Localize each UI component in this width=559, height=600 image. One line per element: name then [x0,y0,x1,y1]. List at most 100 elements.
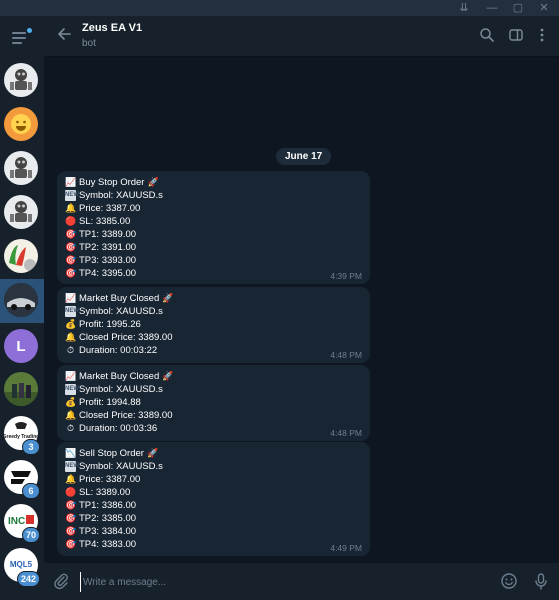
unread-count-badge: 70 [21,527,40,543]
svg-text:INC: INC [8,516,25,527]
message-line: 🎯 TP3: 3384.00 [65,525,362,538]
rocket-icon: 🚀 [162,293,174,303]
message-line: 🔴 SL: 3389.00 [65,486,362,499]
chat-list-item[interactable] [0,368,44,412]
close-button[interactable]: ✕ [537,1,551,15]
emoji-icon: 📉 [65,448,77,458]
menu-icon-bar [12,37,26,39]
chat-list-sidebar: L Greedy Trading 3 6 INC 70 MQL5 242 [0,16,44,600]
message-composer [44,563,559,600]
emoji-icon: 🔔 [65,474,77,484]
emoji-icon: 🎯 [65,242,77,252]
emoji-icon: NEW [65,461,79,472]
chat-list-item[interactable] [0,147,44,191]
minimize-button[interactable]: — [485,1,499,15]
main-menu-button[interactable] [12,28,32,46]
message-line: 🎯 TP4: 3383.00 [65,538,362,551]
message-text: Sell Stop Order [79,448,144,459]
message-line: NEWSymbol: XAUUSD.s [65,383,362,396]
search-icon[interactable] [479,27,495,43]
rocket-icon: 🚀 [162,371,174,381]
svg-text:MQL5: MQL5 [10,560,33,569]
chat-title[interactable]: Zeus EA V1 [82,22,142,34]
chat-list-item[interactable] [0,235,44,279]
sidebar-toggle-icon[interactable] [508,27,524,43]
chat-list-item[interactable] [0,103,44,147]
window-titlebar: ⇊ — ▢ ✕ [0,0,559,16]
chat-avatar [4,239,38,273]
message-line: 🔴 SL: 3385.00 [65,215,362,228]
chat-list-item[interactable]: L [0,325,44,369]
message-line: ⏱ Duration: 00:03:36 [65,422,362,435]
message-line: 🎯 TP2: 3391.00 [65,241,362,254]
attach-icon[interactable] [52,572,70,590]
emoji-icon: 📈 [65,371,77,381]
message-line: 📉 Sell Stop Order 🚀 [65,447,362,460]
message-input[interactable] [80,572,385,592]
emoji-icon: 📈 [65,177,77,187]
chat-list-item[interactable]: Greedy Trading 3 [0,412,44,456]
message-line: 🎯 TP2: 3385.00 [65,512,362,525]
message-line: 📈 Buy Stop Order 🚀 [65,176,362,189]
message-text: TP2: 3391.00 [79,242,137,253]
emoji-icon: 🎯 [65,229,77,239]
message-bubble[interactable]: 📈 Market Buy Closed 🚀 NEWSymbol: XAUUSD.s 💰 P… [57,287,370,363]
emoji-icon: 🎯 [65,255,77,265]
message-text: Symbol: XAUUSD.s [79,384,163,395]
message-text: TP1: 3386.00 [79,500,137,511]
message-text: Profit: 1994.88 [79,397,141,408]
message-line: 🔔 Closed Price: 3389.00 [65,331,362,344]
chat-list-item[interactable] [0,59,44,103]
chat-list-item[interactable]: INC 70 [0,500,44,544]
unread-count-badge: 3 [22,439,40,455]
chat-list-item[interactable] [0,191,44,235]
chat-list-item[interactable] [0,279,44,323]
message-line: 🎯 TP4: 3395.00 [65,267,362,280]
message-area[interactable]: June 17 📈 Buy Stop Order 🚀 NEWSymbol: XAUUS… [44,57,559,563]
message-bubble[interactable]: 📉 Sell Stop Order 🚀 NEWSymbol: XAUUSD.s 🔔 Pri… [57,442,370,556]
chat-avatar [4,283,38,317]
message-line: 🎯 TP3: 3393.00 [65,254,362,267]
emoji-icon: 🎯 [65,539,77,549]
minimize-to-tray-button[interactable]: ⇊ [457,1,471,15]
message-text: Closed Price: 3389.00 [79,410,173,421]
emoji-icon: 💰 [65,397,77,407]
chat-avatar [4,151,38,185]
message-line: NEWSymbol: XAUUSD.s [65,305,362,318]
message-line: ⏱ Duration: 00:03:22 [65,344,362,357]
message-bubble[interactable]: 📈 Buy Stop Order 🚀 NEWSymbol: XAUUSD.s 🔔 Pric… [57,171,370,284]
emoji-icon[interactable] [500,572,518,590]
message-line: 💰 Profit: 1995.26 [65,318,362,331]
chat-avatar [4,63,38,97]
message-text: Duration: 00:03:22 [79,345,158,356]
chat-avatar [4,372,38,406]
chat-avatar [4,195,38,229]
emoji-icon: ⏱ [66,423,75,433]
message-text: Price: 3387.00 [79,474,141,485]
chat-list-item[interactable]: MQL5 242 [0,544,44,588]
emoji-icon: 🎯 [65,268,77,278]
chat-subtitle: bot [82,38,96,49]
message-line: 🔔 Closed Price: 3389.00 [65,409,362,422]
emoji-icon: NEW [65,384,79,395]
emoji-icon: 💰 [65,319,77,329]
chat-list-item[interactable]: 6 [0,456,44,500]
message-line: NEWSymbol: XAUUSD.s [65,460,362,473]
emoji-icon: 🔴 [65,487,77,497]
message-text: TP4: 3383.00 [79,539,137,550]
maximize-button[interactable]: ▢ [511,1,525,15]
microphone-icon[interactable] [532,572,550,590]
more-options-icon[interactable] [534,27,550,43]
back-arrow-icon[interactable] [56,26,72,42]
menu-icon-bar [12,42,22,44]
emoji-icon: 🔔 [65,410,77,420]
unread-count-badge: 242 [16,571,40,587]
emoji-icon: 🔔 [65,332,77,342]
message-text: SL: 3389.00 [79,487,131,498]
message-timestamp: 4:39 PM [330,271,362,281]
emoji-icon: 🔴 [65,216,77,226]
message-bubble[interactable]: 📈 Market Buy Closed 🚀 NEWSymbol: XAUUSD.s 💰 P… [57,365,370,441]
avatar-letter: L [16,337,26,355]
message-line: 🔔 Price: 3387.00 [65,473,362,486]
message-line: 🔔 Price: 3387.00 [65,202,362,215]
